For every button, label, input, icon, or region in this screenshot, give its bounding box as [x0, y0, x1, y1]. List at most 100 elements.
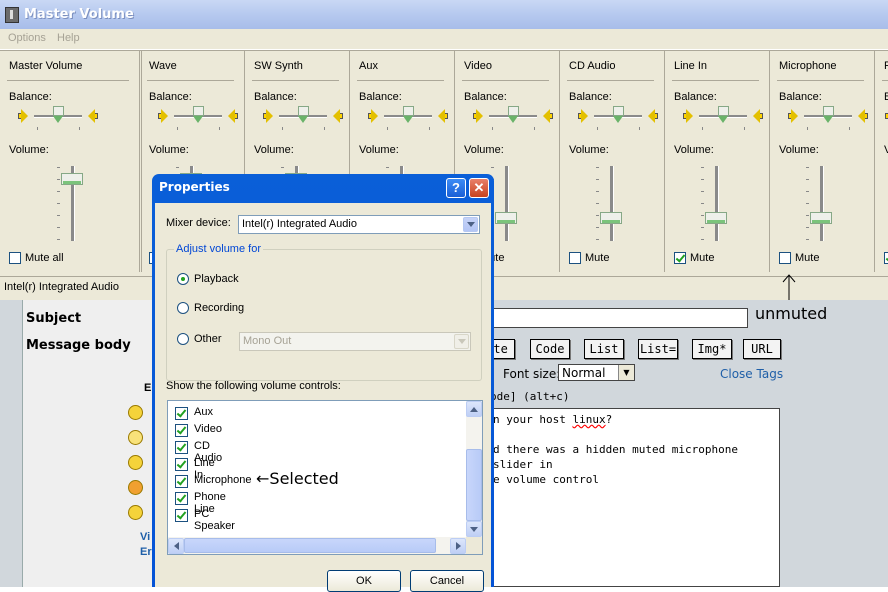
control-checkbox[interactable] [175, 407, 188, 420]
other-radio[interactable] [177, 333, 189, 345]
volume-label: Volume: [254, 144, 294, 156]
mute-checkbox[interactable] [779, 252, 791, 264]
balance-label: Balance: [674, 91, 717, 103]
balance-slider[interactable] [193, 106, 204, 124]
balance-slider[interactable] [613, 106, 624, 124]
recording-radio[interactable] [177, 302, 189, 314]
close-button[interactable]: ✕ [469, 178, 489, 198]
control-checkbox[interactable] [175, 458, 188, 471]
mute-label[interactable]: Mute [690, 252, 714, 264]
balance-slider[interactable] [823, 106, 834, 124]
control-checkbox[interactable] [175, 492, 188, 505]
volume-ticks [701, 167, 704, 241]
menu-options[interactable]: Options [8, 32, 46, 44]
mute-label[interactable]: Mute [795, 252, 819, 264]
balance-label: Balance: [149, 91, 192, 103]
playback-label[interactable]: Playback [194, 273, 239, 285]
volume-label: Volume: [674, 144, 714, 156]
list-ordered-button[interactable]: List= [638, 339, 678, 359]
recording-label[interactable]: Recording [194, 302, 244, 314]
mixer-device-value: Intel(r) Integrated Audio [242, 218, 357, 230]
column-title: Wave [149, 60, 177, 72]
control-checkbox[interactable] [175, 509, 188, 522]
angry-emoticon-icon[interactable] [128, 480, 143, 495]
other-device-select: Mono Out [239, 332, 471, 351]
column-title: Microphone [779, 60, 837, 72]
balance-slider[interactable] [53, 106, 64, 124]
volume-slider[interactable] [810, 212, 832, 225]
scroll-left-icon[interactable] [168, 538, 184, 554]
img-button[interactable]: Img* [692, 339, 732, 359]
enable-link[interactable]: Er [140, 546, 152, 558]
volume-slider[interactable] [495, 212, 517, 225]
volume-track[interactable] [715, 166, 719, 241]
volume-slider[interactable] [61, 172, 83, 185]
control-checkbox[interactable] [175, 475, 188, 488]
list-button[interactable]: List [584, 339, 624, 359]
volume-label: Volume: [9, 144, 49, 156]
master-volume-titlebar[interactable]: Master Volume [0, 0, 888, 29]
smile-emoticon-icon[interactable] [128, 405, 143, 420]
speaker-left-icon [788, 109, 798, 123]
volume-slider[interactable] [705, 212, 727, 225]
show-controls-label: Show the following volume controls: [166, 380, 341, 392]
mixer-device-select[interactable]: Intel(r) Integrated Audio [238, 215, 480, 234]
balance-slider[interactable] [718, 106, 729, 124]
message-body-label: Message body [26, 338, 131, 353]
selected-annotation: ←Selected [256, 469, 339, 488]
balance-slider[interactable] [508, 106, 519, 124]
scroll-right-icon[interactable] [450, 538, 466, 554]
speaker-left-icon [683, 109, 693, 123]
speaker-left-icon [158, 109, 168, 123]
ok-button[interactable]: OK [327, 570, 401, 592]
volume-track[interactable] [505, 166, 509, 241]
volume-slider[interactable] [600, 212, 622, 225]
grin-emoticon-icon[interactable] [128, 455, 143, 470]
exclaim-emoticon-icon[interactable] [128, 505, 143, 520]
close-tags-link[interactable]: Close Tags [720, 367, 783, 381]
mute-checkbox[interactable] [884, 252, 888, 264]
code-button[interactable]: Code [530, 339, 570, 359]
mute-checkbox[interactable] [569, 252, 581, 264]
control-checkbox[interactable] [175, 441, 188, 454]
message-line: d there was a hidden muted microphone sl… [493, 443, 739, 471]
control-label: Video [194, 423, 222, 435]
adjust-volume-group [166, 249, 482, 381]
balance-label: Balance: [569, 91, 612, 103]
control-checkbox[interactable] [175, 424, 188, 437]
subject-label: Subject [26, 311, 82, 326]
help-button[interactable]: ? [446, 178, 466, 198]
mute-checkbox[interactable] [674, 252, 686, 264]
view-more-link[interactable]: Vi [140, 531, 150, 543]
subject-input[interactable] [490, 308, 748, 328]
vertical-scrollbar[interactable] [466, 401, 482, 537]
menu-help[interactable]: Help [57, 32, 80, 44]
confused-emoticon-icon[interactable] [128, 430, 143, 445]
scroll-thumb[interactable] [184, 538, 436, 553]
message-body-textarea[interactable]: n your host linux? d there was a hidden … [490, 408, 780, 587]
message-line: n your host linux? [493, 413, 613, 426]
volume-track[interactable] [610, 166, 614, 241]
url-button[interactable]: URL [743, 339, 781, 359]
chevron-down-icon [454, 334, 469, 349]
chevron-down-icon[interactable] [463, 217, 478, 232]
cancel-button[interactable]: Cancel [410, 570, 484, 592]
scroll-thumb[interactable] [466, 449, 482, 521]
other-label[interactable]: Other [194, 333, 222, 345]
balance-slider[interactable] [298, 106, 309, 124]
balance-slider[interactable] [403, 106, 414, 124]
mute-label[interactable]: Mute all [25, 252, 64, 264]
scroll-up-icon[interactable] [466, 401, 482, 417]
unmuted-annotation: unmuted [755, 304, 828, 323]
font-size-select[interactable]: Normal ▼ [558, 364, 635, 381]
scroll-down-icon[interactable] [466, 521, 482, 537]
speaker-right-icon [648, 109, 658, 123]
mute-label[interactable]: Mute [585, 252, 609, 264]
dialog-title: Properties [159, 180, 230, 194]
playback-radio[interactable] [177, 273, 189, 285]
speaker-right-icon [438, 109, 448, 123]
mute-checkbox[interactable] [9, 252, 21, 264]
volume-track[interactable] [820, 166, 824, 241]
horizontal-scrollbar[interactable] [168, 537, 466, 554]
column-title: SW Synth [254, 60, 303, 72]
